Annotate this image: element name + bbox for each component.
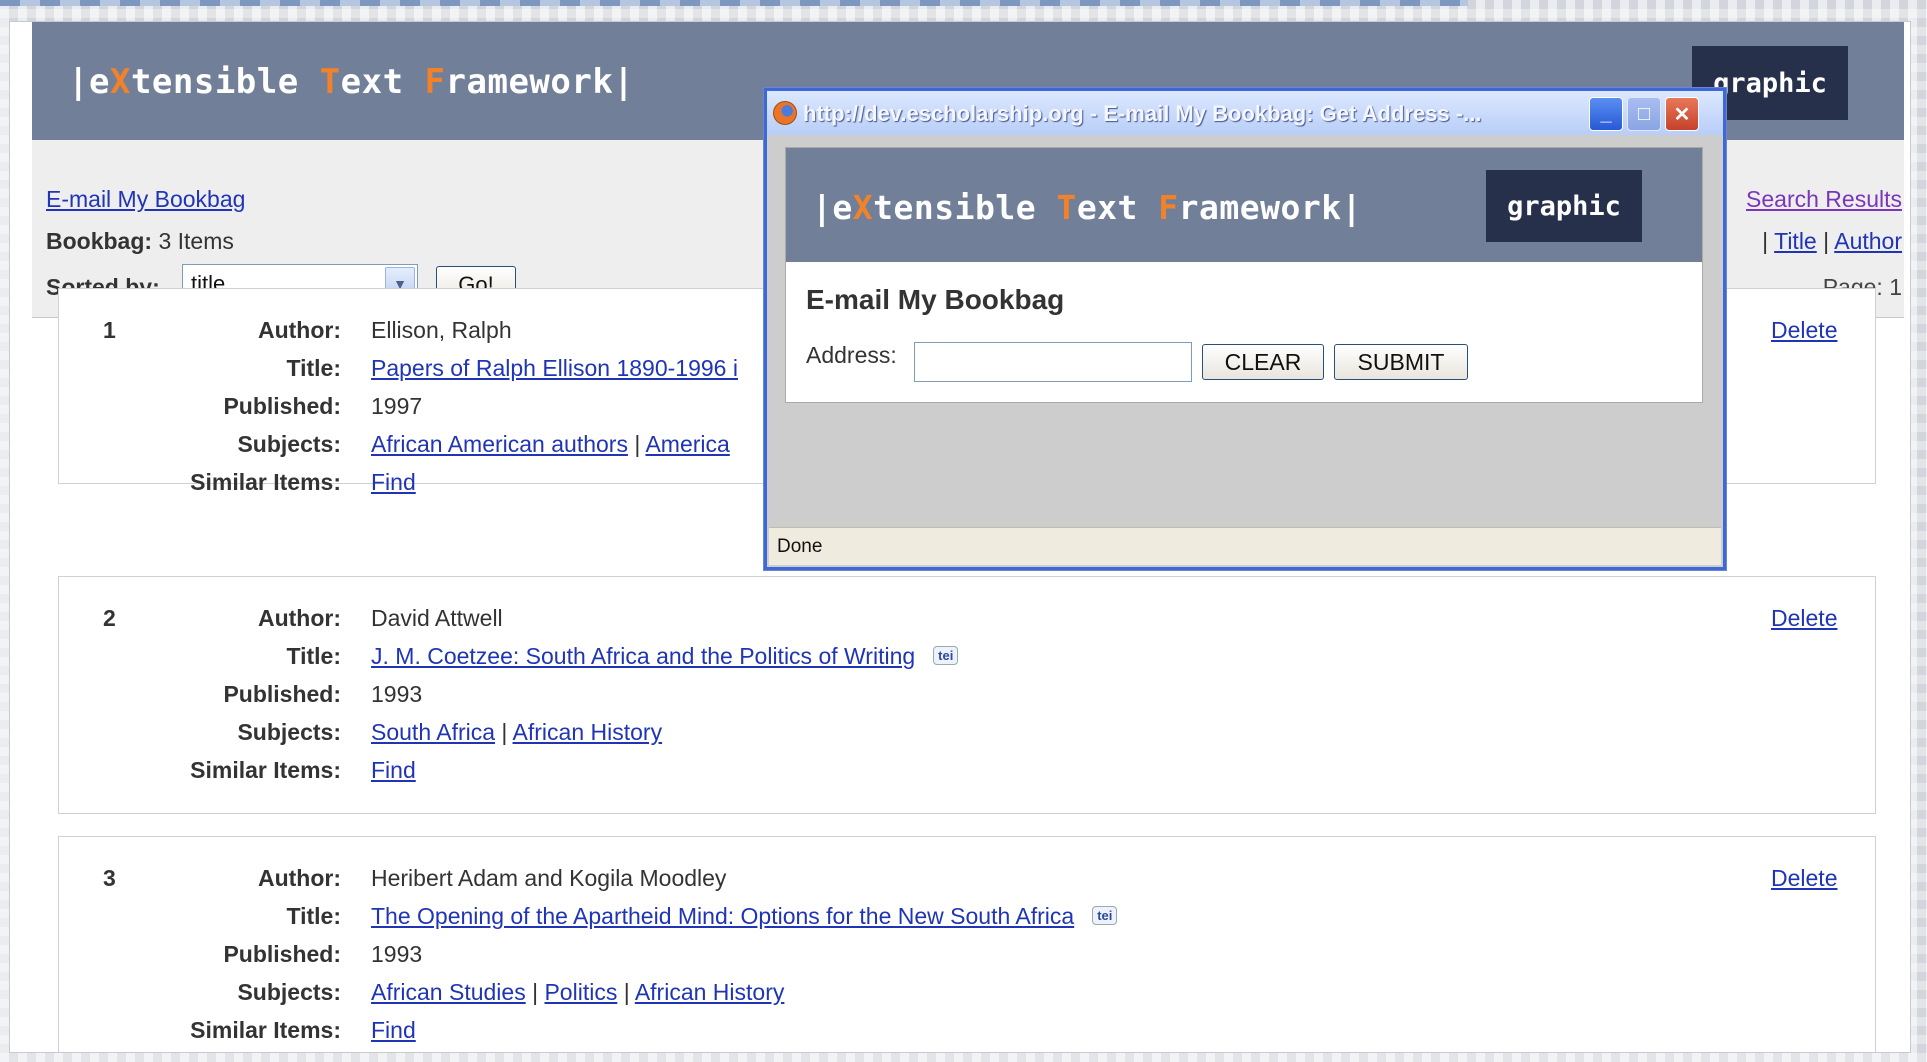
title-link[interactable]: J. M. Coetzee: South Africa and the Poli… xyxy=(371,643,915,669)
subject-link[interactable]: African History xyxy=(513,719,663,745)
popup-content: |eXtensible Text Framework| graphic E-ma… xyxy=(785,147,1703,403)
published-label: Published: xyxy=(223,681,341,707)
bookbag-item-2: 2 Author: David Attwell Title: J. M. Coetz… xyxy=(58,576,1876,814)
search-results-link[interactable]: Search Results xyxy=(1746,186,1902,213)
subject-link[interactable]: South Africa xyxy=(371,719,495,745)
subjects-label: Subjects: xyxy=(237,979,341,1005)
published-value: 1997 xyxy=(371,393,423,419)
delete-link[interactable]: Delete xyxy=(1771,865,1837,892)
find-similar-link[interactable]: Find xyxy=(371,469,416,495)
subject-link[interactable]: African Studies xyxy=(371,979,526,1005)
close-icon[interactable]: ✕ xyxy=(1665,97,1699,131)
email-bookbag-link[interactable]: E-mail My Bookbag xyxy=(46,186,245,213)
subject-link[interactable]: America xyxy=(645,431,729,457)
author-label: Author: xyxy=(257,865,341,891)
author-label: Author: xyxy=(257,317,341,343)
title-label: Title: xyxy=(286,355,341,381)
title-label: Title: xyxy=(286,643,341,669)
title-link[interactable]: The Opening of the Apartheid Mind: Optio… xyxy=(371,903,1074,929)
published-value: 1993 xyxy=(371,681,423,707)
author-label: Author: xyxy=(257,605,341,631)
find-similar-link[interactable]: Find xyxy=(371,1017,416,1043)
graphic-placeholder: graphic xyxy=(1486,170,1642,242)
subjects-label: Subjects: xyxy=(237,719,341,745)
popup-window-title: http://dev.escholarship.org - E-mail My … xyxy=(803,101,1482,126)
popup-titlebar[interactable]: http://dev.escholarship.org - E-mail My … xyxy=(767,91,1723,135)
subject-link[interactable]: African History xyxy=(635,979,785,1005)
similar-items-label: Similar Items: xyxy=(190,1017,341,1043)
similar-items-label: Similar Items: xyxy=(190,469,341,495)
author-value: Ellison, Ralph xyxy=(371,317,512,343)
address-input[interactable] xyxy=(914,342,1192,382)
popup-banner: |eXtensible Text Framework| graphic xyxy=(786,148,1702,262)
published-value: 1993 xyxy=(371,941,423,967)
published-label: Published: xyxy=(223,941,341,967)
address-label: Address: xyxy=(806,342,897,368)
sort-links: | Title | Author xyxy=(1762,228,1902,254)
xtf-logo-text: |eXtensible Text Framework| xyxy=(68,62,635,102)
title-label: Title: xyxy=(286,903,341,929)
top-decorative-strip xyxy=(0,0,1468,6)
clear-button[interactable]: CLEAR xyxy=(1202,344,1324,380)
delete-link[interactable]: Delete xyxy=(1771,317,1837,344)
similar-items-label: Similar Items: xyxy=(190,757,341,783)
tei-icon[interactable]: tei xyxy=(933,646,959,665)
find-similar-link[interactable]: Find xyxy=(371,757,416,783)
subject-link[interactable]: Politics xyxy=(544,979,617,1005)
author-value: David Attwell xyxy=(371,605,503,631)
popup-heading: E-mail My Bookbag xyxy=(806,284,1065,315)
subjects-label: Subjects: xyxy=(237,431,341,457)
delete-link[interactable]: Delete xyxy=(1771,605,1837,632)
minimize-icon[interactable]: _ xyxy=(1589,97,1623,131)
author-value: Heribert Adam and Kogila Moodley xyxy=(371,865,727,891)
submit-button[interactable]: SUBMIT xyxy=(1334,344,1468,380)
subject-link[interactable]: African American authors xyxy=(371,431,628,457)
xtf-logo-text: |eXtensible Text Framework| xyxy=(812,188,1362,227)
published-label: Published: xyxy=(223,393,341,419)
maximize-icon[interactable]: □ xyxy=(1627,97,1661,131)
firefox-icon xyxy=(773,101,797,125)
bookbag-count: Bookbag: 3 Items xyxy=(46,228,234,254)
tei-icon[interactable]: tei xyxy=(1092,906,1118,925)
sort-title-link[interactable]: Title xyxy=(1774,228,1817,254)
sort-author-link[interactable]: Author xyxy=(1834,228,1902,254)
bookbag-item-3: 3 Author: Heribert Adam and Kogila Moodle… xyxy=(58,836,1876,1052)
status-bar: Done xyxy=(769,527,1721,565)
email-bookbag-popup-window: http://dev.escholarship.org - E-mail My … xyxy=(764,88,1726,570)
title-link[interactable]: Papers of Ralph Ellison 1890-1996 i xyxy=(371,355,738,381)
